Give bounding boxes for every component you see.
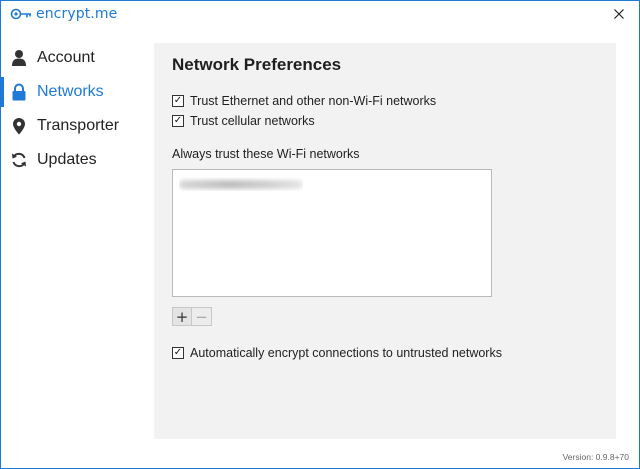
network-preferences-panel: Network Preferences ✓ Trust Ethernet and… — [154, 43, 616, 439]
encrypt-me-logo-icon — [10, 8, 31, 20]
app-logo: encrypt.me — [10, 4, 117, 24]
checkbox-label: Automatically encrypt connections to unt… — [190, 346, 502, 360]
sidebar: Account Networks Transporter Updates — [1, 41, 151, 177]
list-buttons: + − — [172, 307, 212, 326]
auto-encrypt-checkbox[interactable]: ✓ Automatically encrypt connections to u… — [172, 346, 502, 360]
checkbox-box[interactable]: ✓ — [172, 115, 184, 127]
title-bar: encrypt.me — [1, 1, 639, 27]
trusted-wifi-list[interactable] — [172, 169, 492, 297]
close-button[interactable] — [599, 1, 639, 27]
trust-ethernet-checkbox[interactable]: ✓ Trust Ethernet and other non-Wi-Fi net… — [172, 94, 436, 108]
remove-network-button[interactable]: − — [192, 307, 212, 326]
logo-text: encrypt.me — [36, 6, 118, 22]
close-icon — [614, 9, 624, 19]
sidebar-item-updates[interactable]: Updates — [1, 143, 151, 177]
checkbox-label: Trust cellular networks — [190, 114, 315, 128]
redacted-network-name — [179, 180, 303, 189]
map-pin-icon — [13, 118, 25, 135]
sidebar-item-label: Account — [37, 49, 95, 66]
checkmark-icon: ✓ — [173, 95, 183, 106]
list-item[interactable] — [179, 177, 303, 191]
app-window: encrypt.me Account Networks Transporter … — [0, 0, 640, 469]
sidebar-item-label: Networks — [37, 83, 104, 100]
page-title: Network Preferences — [172, 55, 342, 74]
checkmark-icon: ✓ — [173, 115, 183, 126]
lock-icon — [12, 83, 26, 101]
sidebar-item-transporter[interactable]: Transporter — [1, 109, 151, 143]
sidebar-item-label: Updates — [37, 151, 97, 168]
checkbox-box[interactable]: ✓ — [172, 95, 184, 107]
add-network-button[interactable]: + — [172, 307, 192, 326]
trust-cellular-checkbox[interactable]: ✓ Trust cellular networks — [172, 114, 315, 128]
checkbox-label: Trust Ethernet and other non-Wi-Fi netwo… — [190, 94, 437, 108]
sidebar-item-networks[interactable]: Networks — [1, 75, 151, 109]
refresh-icon — [12, 152, 26, 168]
checkmark-icon: ✓ — [173, 347, 183, 358]
sidebar-item-account[interactable]: Account — [1, 41, 151, 75]
version-label: Version: 0.9.8+70 — [562, 452, 629, 462]
person-icon — [12, 50, 26, 66]
wifi-list-label: Always trust these Wi-Fi networks — [172, 147, 360, 161]
checkbox-box[interactable]: ✓ — [172, 347, 184, 359]
sidebar-item-label: Transporter — [37, 117, 120, 134]
